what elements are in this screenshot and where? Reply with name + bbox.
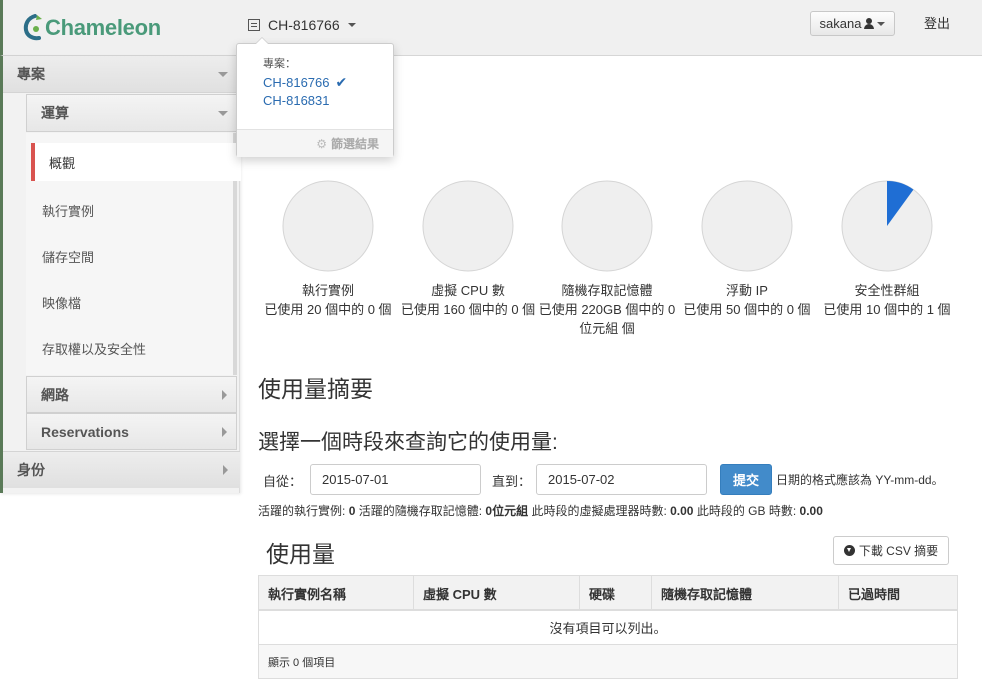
stat-value: 0位元組 [485, 504, 529, 518]
sidebar-item-images[interactable]: 映像檔 [26, 283, 233, 321]
sidebar-section-project[interactable]: 專案 [3, 56, 240, 93]
stat-label: 此時段的 GB 時數: [696, 504, 797, 518]
submit-button[interactable]: 提交 [720, 464, 772, 495]
current-project: CH-816766 [268, 17, 340, 33]
column-header[interactable]: 虛擬 CPU 數 [414, 576, 580, 611]
project-name: CH-816766 [263, 75, 330, 90]
sidebar-section-identity[interactable]: 身份 [3, 451, 240, 488]
group-label: 運算 [41, 105, 69, 121]
column-header[interactable]: 執行實例名稱 [259, 576, 414, 611]
sidebar-group-compute[interactable]: 運算 [26, 94, 237, 132]
sidebar-item-access-security[interactable]: 存取權以及安全性 [26, 329, 233, 367]
dropdown-header: 專案： [263, 58, 296, 70]
stat-value: 0.00 [799, 504, 823, 518]
quota-pie-chart [841, 180, 933, 272]
compute-menu: 概觀 執行實例 儲存空間 映像檔 存取權以及安全性 [26, 133, 241, 375]
project-dropdown-menu: 專案： CH-816766 ✔ CH-816831 ⚙ 篩選結果 [236, 37, 394, 157]
section-label: 專案 [17, 66, 45, 82]
chameleon-logo-icon [23, 14, 42, 41]
sidebar-group-reservations[interactable]: Reservations [26, 413, 237, 450]
usage-table: 執行實例名稱 虛擬 CPU 數 硬碟 隨機存取記憶體 已過時間 沒有項目可以列出… [258, 575, 958, 679]
quota-usage: 已使用 160 個中的 0 個 [400, 302, 536, 317]
quota-name: 隨機存取記憶體 [561, 283, 653, 298]
quota-name: 虛擬 CPU 數 [431, 283, 505, 298]
user-icon [864, 18, 875, 29]
chevron-down-icon [877, 21, 886, 26]
pie-background [701, 180, 793, 272]
download-csv-button[interactable]: 下載 CSV 摘要 [833, 536, 949, 565]
stat-label: 活躍的執行實例: [258, 504, 346, 518]
column-header[interactable]: 隨機存取記憶體 [652, 576, 839, 611]
user-menu-button[interactable]: sakana [810, 11, 895, 36]
pie-background [422, 180, 514, 272]
quota-usage: 已使用 20 個中的 0 個 [264, 302, 392, 317]
quota-usage: 已使用 10 個中的 1 個 [823, 302, 951, 317]
sidebar-group-network[interactable]: 網路 [26, 376, 237, 413]
quota-usage: 已使用 220GB 個中的 0 位元組 個 [538, 302, 676, 336]
quota-pie-chart [422, 180, 514, 272]
pie-background [561, 180, 653, 272]
usage-summary-title: 使用量摘要 [258, 376, 373, 402]
sidebar-item-instances[interactable]: 執行實例 [26, 191, 233, 229]
quota-pie-chart [282, 180, 374, 272]
column-header[interactable]: 已過時間 [839, 576, 957, 611]
filter-label: 篩選結果 [330, 137, 379, 151]
table-header: 執行實例名稱 虛擬 CPU 數 硬碟 隨機存取記憶體 已過時間 [259, 576, 957, 611]
top-navbar: Chameleon CH-816766 sakana 登出 [0, 0, 982, 56]
dropdown-project-item[interactable]: CH-816831 [263, 93, 330, 108]
checkmark-icon: ✔ [335, 74, 348, 90]
table-footer: 顯示 0 個項目 [259, 645, 957, 678]
to-date-input[interactable]: 2015-07-02 [536, 464, 707, 495]
column-header[interactable]: 硬碟 [580, 576, 652, 611]
gear-icon: ⚙ [316, 136, 327, 151]
date-format-hint: 日期的格式應該為 YY-mm-dd。 [776, 473, 944, 487]
project-name: CH-816831 [263, 93, 330, 108]
chevron-right-icon [223, 465, 228, 475]
from-date-input[interactable]: 2015-07-01 [310, 464, 481, 495]
quota-label: 執行實例已使用 20 個中的 0 個 [253, 281, 403, 319]
quota-name: 執行實例 [301, 283, 354, 298]
quota-label: 隨機存取記憶體已使用 220GB 個中的 0 位元組 個 [532, 281, 682, 338]
group-label: Reservations [41, 423, 129, 440]
chevron-down-icon [218, 111, 228, 116]
to-label: 直到： [492, 474, 532, 489]
stat-label: 活躍的隨機存取記憶體: [358, 504, 483, 518]
button-label: 下載 CSV 摘要 [858, 544, 939, 558]
empty-message: 沒有項目可以列出。 [259, 611, 957, 645]
sidebar-item-overview[interactable]: 概觀 [31, 143, 241, 181]
from-label: 自從： [263, 474, 303, 489]
group-label: 網路 [41, 386, 69, 403]
usage-stats: 活躍的執行實例: 0 活躍的隨機存取記憶體: 0位元組 此時段的虛擬處理器時數:… [258, 502, 823, 519]
brand-logo[interactable]: Chameleon [23, 14, 161, 42]
quota-usage: 已使用 50 個中的 0 個 [683, 302, 811, 317]
pie-background [282, 180, 374, 272]
chevron-down-icon [347, 23, 356, 27]
stat-label: 此時段的虛擬處理器時數: [531, 504, 667, 518]
quota-name: 浮動 IP [726, 283, 768, 298]
chevron-right-icon [222, 427, 227, 437]
brand-name: Chameleon [45, 15, 161, 40]
chevron-down-icon [218, 72, 228, 77]
section-label: 身份 [17, 462, 45, 478]
sidebar: 專案 運算 概觀 執行實例 儲存空間 映像檔 存取權以及安全性 網路 Reser… [0, 56, 241, 493]
project-icon [248, 19, 260, 31]
quota-label: 浮動 IP 已使用 50 個中的 0 個 [672, 281, 822, 319]
stat-value: 0.00 [670, 504, 694, 518]
quota-pie-chart [561, 180, 653, 272]
project-switcher[interactable]: CH-816766 [248, 17, 356, 33]
logout-link[interactable]: 登出 [924, 13, 950, 32]
chevron-right-icon [222, 390, 227, 400]
quota-label: 虛擬 CPU 數已使用 160 個中的 0 個 [393, 281, 543, 319]
sidebar-item-volumes[interactable]: 儲存空間 [26, 237, 233, 275]
date-range-heading: 選擇一個時段來查詢它的使用量: [258, 431, 558, 454]
download-icon [843, 545, 855, 556]
quota-label: 安全性群組已使用 10 個中的 1 個 [812, 281, 962, 319]
usage-table-title: 使用量 [266, 541, 335, 567]
quota-pie-chart [701, 180, 793, 272]
quota-name: 安全性群組 [854, 283, 920, 298]
stat-value: 0 [348, 504, 356, 518]
username: sakana [819, 16, 862, 31]
filter-results-link[interactable]: ⚙ 篩選結果 [237, 129, 393, 157]
dropdown-project-item[interactable]: CH-816766 ✔ [263, 74, 347, 91]
